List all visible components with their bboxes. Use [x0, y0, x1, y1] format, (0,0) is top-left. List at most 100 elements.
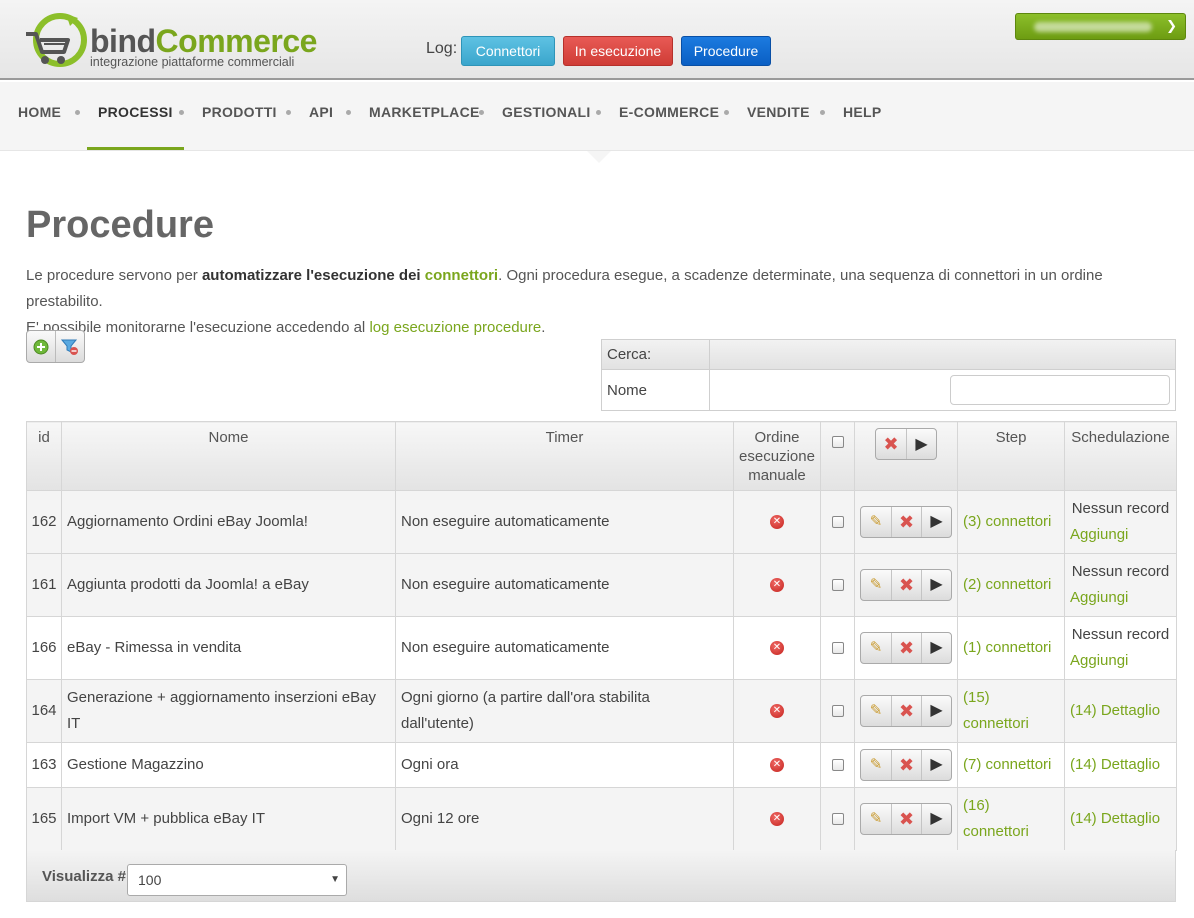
cell-step: (1) connettori	[957, 616, 1065, 680]
col-header-nome[interactable]: Nome	[61, 421, 396, 491]
cell-schedulazione: Nessun record Aggiungi	[1064, 616, 1177, 680]
cell-nome: Gestione Magazzino	[61, 742, 396, 788]
page-size-select[interactable]: 100 ▼	[127, 864, 347, 896]
cell-timer: Ogni 12 ore	[395, 787, 734, 851]
cell-select	[820, 787, 855, 851]
sched-add-link[interactable]: Aggiungi	[1065, 585, 1176, 611]
sched-add-link[interactable]: Aggiungi	[1065, 648, 1176, 674]
step-connettori-link[interactable]: (1) connettori	[963, 639, 1051, 656]
select-all-checkbox[interactable]	[831, 436, 844, 449]
manual-order-disabled-icon[interactable]: ✕	[770, 578, 784, 593]
cell-select	[820, 679, 855, 743]
run-icon[interactable]: ▶	[921, 570, 951, 600]
delete-icon[interactable]: ✖	[891, 750, 921, 780]
nav-separator	[596, 110, 601, 115]
table-row[interactable]: 162 Aggiornamento Ordini eBay Joomla! Non …	[26, 490, 1177, 554]
clear-filter-button[interactable]	[55, 331, 84, 362]
manual-order-disabled-icon[interactable]: ✕	[770, 812, 784, 827]
page-size-value: 100	[138, 872, 162, 888]
log-procedure-button[interactable]: Procedure	[681, 36, 771, 66]
row-actions: ✎ ✖ ▶	[860, 695, 952, 727]
col-header-id[interactable]: id	[26, 421, 62, 491]
step-connettori-link[interactable]: (15) connettori	[963, 689, 1029, 732]
search-nome-input[interactable]	[950, 375, 1170, 405]
edit-icon[interactable]: ✎	[861, 507, 891, 537]
edit-icon[interactable]: ✎	[861, 696, 891, 726]
step-connettori-link[interactable]: (16) connettori	[963, 797, 1029, 840]
table-row[interactable]: 166 eBay - Rimessa in vendita Non eseguire…	[26, 616, 1177, 680]
edit-icon[interactable]: ✎	[861, 804, 891, 834]
cell-select	[820, 616, 855, 680]
table-row[interactable]: 164 Generazione + aggiornamento inserzion…	[26, 679, 1177, 743]
delete-icon[interactable]: ✖	[891, 633, 921, 663]
nav-item-gestionali[interactable]: GESTIONALI	[502, 104, 591, 120]
log-esecuzione-link[interactable]: log esecuzione procedure	[369, 319, 541, 336]
nav-item-prodotti[interactable]: PRODOTTI	[202, 104, 277, 120]
delete-icon[interactable]: ✖	[891, 804, 921, 834]
bulk-delete-icon[interactable]: ✖	[876, 429, 906, 459]
bindcommerce-logo[interactable]: bindCommerce integrazione piattaforme co…	[24, 10, 324, 72]
table-row[interactable]: 165 Import VM + pubblica eBay IT Ogni 12 o…	[26, 787, 1177, 851]
log-in-esecuzione-button[interactable]: In esecuzione	[563, 36, 673, 66]
row-checkbox[interactable]	[831, 813, 844, 826]
manual-order-disabled-icon[interactable]: ✕	[770, 704, 784, 719]
edit-icon[interactable]: ✎	[861, 750, 891, 780]
run-icon[interactable]: ▶	[921, 633, 951, 663]
manual-order-disabled-icon[interactable]: ✕	[770, 641, 784, 656]
manual-order-disabled-icon[interactable]: ✕	[770, 758, 784, 773]
col-header-select-all	[820, 421, 855, 491]
row-checkbox[interactable]	[831, 516, 844, 529]
sched-detail-link[interactable]: (14) Dettaglio	[1065, 752, 1176, 778]
nav-item-processi[interactable]: PROCESSI	[98, 104, 173, 120]
cell-nome: Generazione + aggiornamento inserzioni e…	[61, 679, 396, 743]
table-row[interactable]: 163 Gestione Magazzino Ogni ora ✕ ✎ ✖ ▶ (7) con…	[26, 742, 1177, 788]
cell-id: 166	[26, 616, 62, 680]
row-checkbox[interactable]	[831, 642, 844, 655]
row-actions: ✎ ✖ ▶	[860, 506, 952, 538]
delete-icon[interactable]: ✖	[891, 696, 921, 726]
nav-item-help[interactable]: HELP	[843, 104, 882, 120]
bulk-run-icon[interactable]: ▶	[906, 429, 936, 459]
cell-ordine: ✕	[733, 616, 821, 680]
log-connettori-button[interactable]: Connettori	[461, 36, 555, 66]
nav-separator	[479, 110, 484, 115]
nav-item-home[interactable]: HOME	[18, 104, 61, 120]
desc-bold: automatizzare l'esecuzione dei	[201, 267, 425, 284]
cell-step: (15) connettori	[957, 679, 1065, 743]
step-connettori-link[interactable]: (2) connettori	[963, 576, 1051, 593]
sched-add-link[interactable]: Aggiungi	[1065, 522, 1176, 548]
cell-ordine: ✕	[733, 679, 821, 743]
col-header-timer[interactable]: Timer	[395, 421, 734, 491]
edit-icon[interactable]: ✎	[861, 570, 891, 600]
step-connettori-link[interactable]: (7) connettori	[963, 756, 1051, 773]
edit-icon[interactable]: ✎	[861, 633, 891, 663]
delete-icon[interactable]: ✖	[891, 507, 921, 537]
nav-item-api[interactable]: API	[309, 104, 333, 120]
search-nome-label: Nome	[602, 370, 710, 411]
row-checkbox[interactable]	[831, 759, 844, 772]
run-icon[interactable]: ▶	[921, 804, 951, 834]
col-header-schedulazione[interactable]: Schedulazione	[1064, 421, 1177, 491]
row-checkbox[interactable]	[831, 579, 844, 592]
run-icon[interactable]: ▶	[921, 696, 951, 726]
sched-detail-link[interactable]: (14) Dettaglio	[1065, 698, 1176, 724]
col-header-step[interactable]: Step	[957, 421, 1065, 491]
nav-separator	[724, 110, 729, 115]
cell-ordine: ✕	[733, 787, 821, 851]
delete-icon[interactable]: ✖	[891, 570, 921, 600]
manual-order-disabled-icon[interactable]: ✕	[770, 515, 784, 530]
sched-detail-link[interactable]: (14) Dettaglio	[1065, 806, 1176, 832]
step-connettori-link[interactable]: (3) connettori	[963, 513, 1051, 530]
table-row[interactable]: 161 Aggiunta prodotti da Joomla! a eBay No…	[26, 553, 1177, 617]
run-icon[interactable]: ▶	[921, 750, 951, 780]
nav-item-vendite[interactable]: VENDITE	[747, 104, 810, 120]
run-icon[interactable]: ▶	[921, 507, 951, 537]
nav-item-marketplace[interactable]: MARKETPLACE	[369, 104, 480, 120]
cell-id: 163	[26, 742, 62, 788]
row-checkbox[interactable]	[831, 705, 844, 718]
add-procedure-button[interactable]	[27, 331, 55, 362]
col-header-ordine[interactable]: Ordine esecuzione manuale	[733, 421, 821, 491]
connettori-link[interactable]: connettori	[425, 267, 498, 284]
nav-item-e-commerce[interactable]: E-COMMERCE	[619, 104, 719, 120]
user-menu-button[interactable]: ❯	[1015, 13, 1186, 40]
